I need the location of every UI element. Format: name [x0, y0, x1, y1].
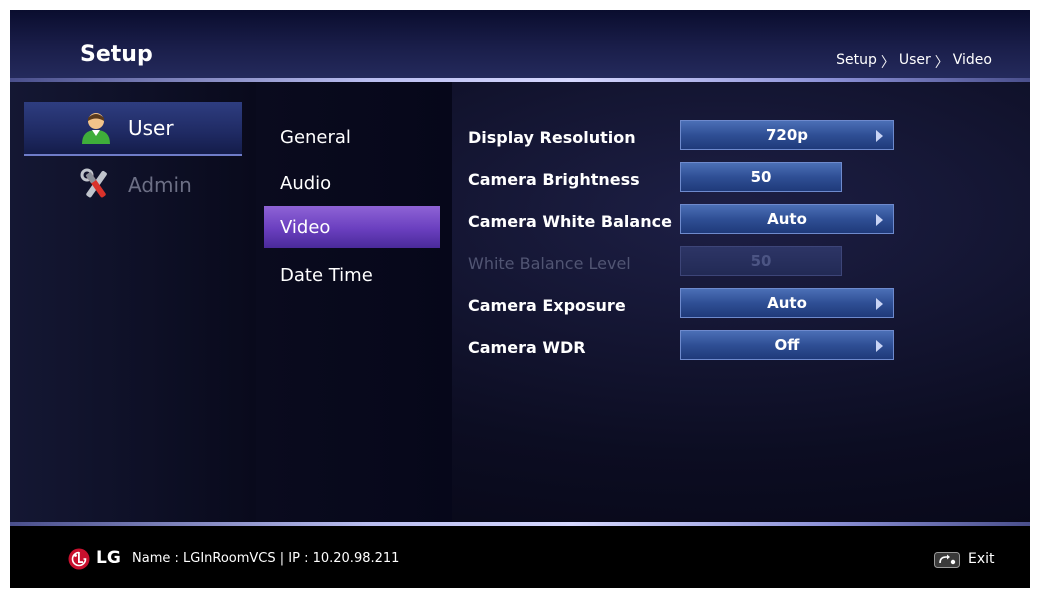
camera-wdr-dropdown[interactable]: Off: [680, 330, 894, 360]
sidebar-item-user[interactable]: User: [24, 102, 242, 156]
setting-label-camera-white-balance: Camera White Balance: [468, 212, 672, 231]
device-info: Name : LGInRoomVCS | IP : 10.20.98.211: [132, 551, 400, 566]
submenu-item-video[interactable]: Video: [264, 206, 440, 248]
camera-exposure-value: Auto: [767, 294, 807, 312]
footer-bar: LG Name : LGInRoomVCS | IP : 10.20.98.21…: [10, 526, 1030, 588]
setting-label-white-balance-level: White Balance Level: [468, 254, 631, 273]
return-icon[interactable]: [934, 552, 960, 568]
submenu-item-label: Audio: [280, 172, 332, 194]
camera-brightness-field[interactable]: 50: [680, 162, 842, 192]
display-resolution-dropdown[interactable]: 720p: [680, 120, 894, 150]
camera-white-balance-dropdown[interactable]: Auto: [680, 204, 894, 234]
camera-brightness-value: 50: [750, 168, 772, 186]
display-resolution-value: 720p: [765, 126, 809, 144]
white-balance-level-field: 50: [680, 246, 842, 276]
breadcrumb: Setup 〉 User 〉 Video: [836, 52, 992, 72]
submenu-item-date-time[interactable]: Date Time: [264, 254, 440, 296]
submenu-item-label: General: [280, 126, 351, 148]
setting-label-camera-brightness: Camera Brightness: [468, 170, 640, 189]
breadcrumb-item-setup: Setup: [836, 52, 877, 68]
arrow-right-icon: [876, 130, 883, 142]
tools-icon: [80, 168, 107, 198]
setup-screen: Setup Setup 〉 User 〉 Video User Admin Ge…: [10, 10, 1030, 588]
camera-exposure-dropdown[interactable]: Auto: [680, 288, 894, 318]
setting-label-camera-wdr: Camera WDR: [468, 338, 586, 357]
white-balance-level-value: 50: [750, 252, 772, 270]
sidebar-item-label: Admin: [128, 173, 192, 197]
header-bar: Setup Setup 〉 User 〉 Video: [10, 10, 1030, 78]
arrow-right-icon: [876, 298, 883, 310]
arrow-right-icon: [876, 214, 883, 226]
lg-logo-icon: [68, 548, 90, 570]
submenu-item-label: Video: [280, 216, 331, 238]
breadcrumb-item-video: Video: [952, 52, 992, 68]
content-area: User Admin General Audio Video Date Time…: [10, 82, 1030, 522]
setting-label-display-resolution: Display Resolution: [468, 128, 636, 147]
exit-button[interactable]: Exit: [968, 551, 995, 567]
page-title: Setup: [80, 42, 153, 67]
submenu-item-label: Date Time: [280, 264, 373, 286]
sidebar-item-label: User: [128, 116, 174, 140]
breadcrumb-item-user: User: [898, 52, 931, 68]
submenu-item-general[interactable]: General: [264, 116, 440, 158]
submenu-item-audio[interactable]: Audio: [264, 162, 440, 204]
brand-label: LG: [96, 548, 121, 568]
camera-wdr-value: Off: [774, 336, 800, 354]
sidebar-item-admin[interactable]: Admin: [24, 158, 242, 212]
arrow-right-icon: [876, 340, 883, 352]
user-icon: [82, 113, 110, 144]
setting-label-camera-exposure: Camera Exposure: [468, 296, 626, 315]
breadcrumb-separator-icon: 〉: [934, 55, 949, 71]
camera-white-balance-value: Auto: [767, 210, 807, 228]
breadcrumb-separator-icon: 〉: [880, 55, 895, 71]
